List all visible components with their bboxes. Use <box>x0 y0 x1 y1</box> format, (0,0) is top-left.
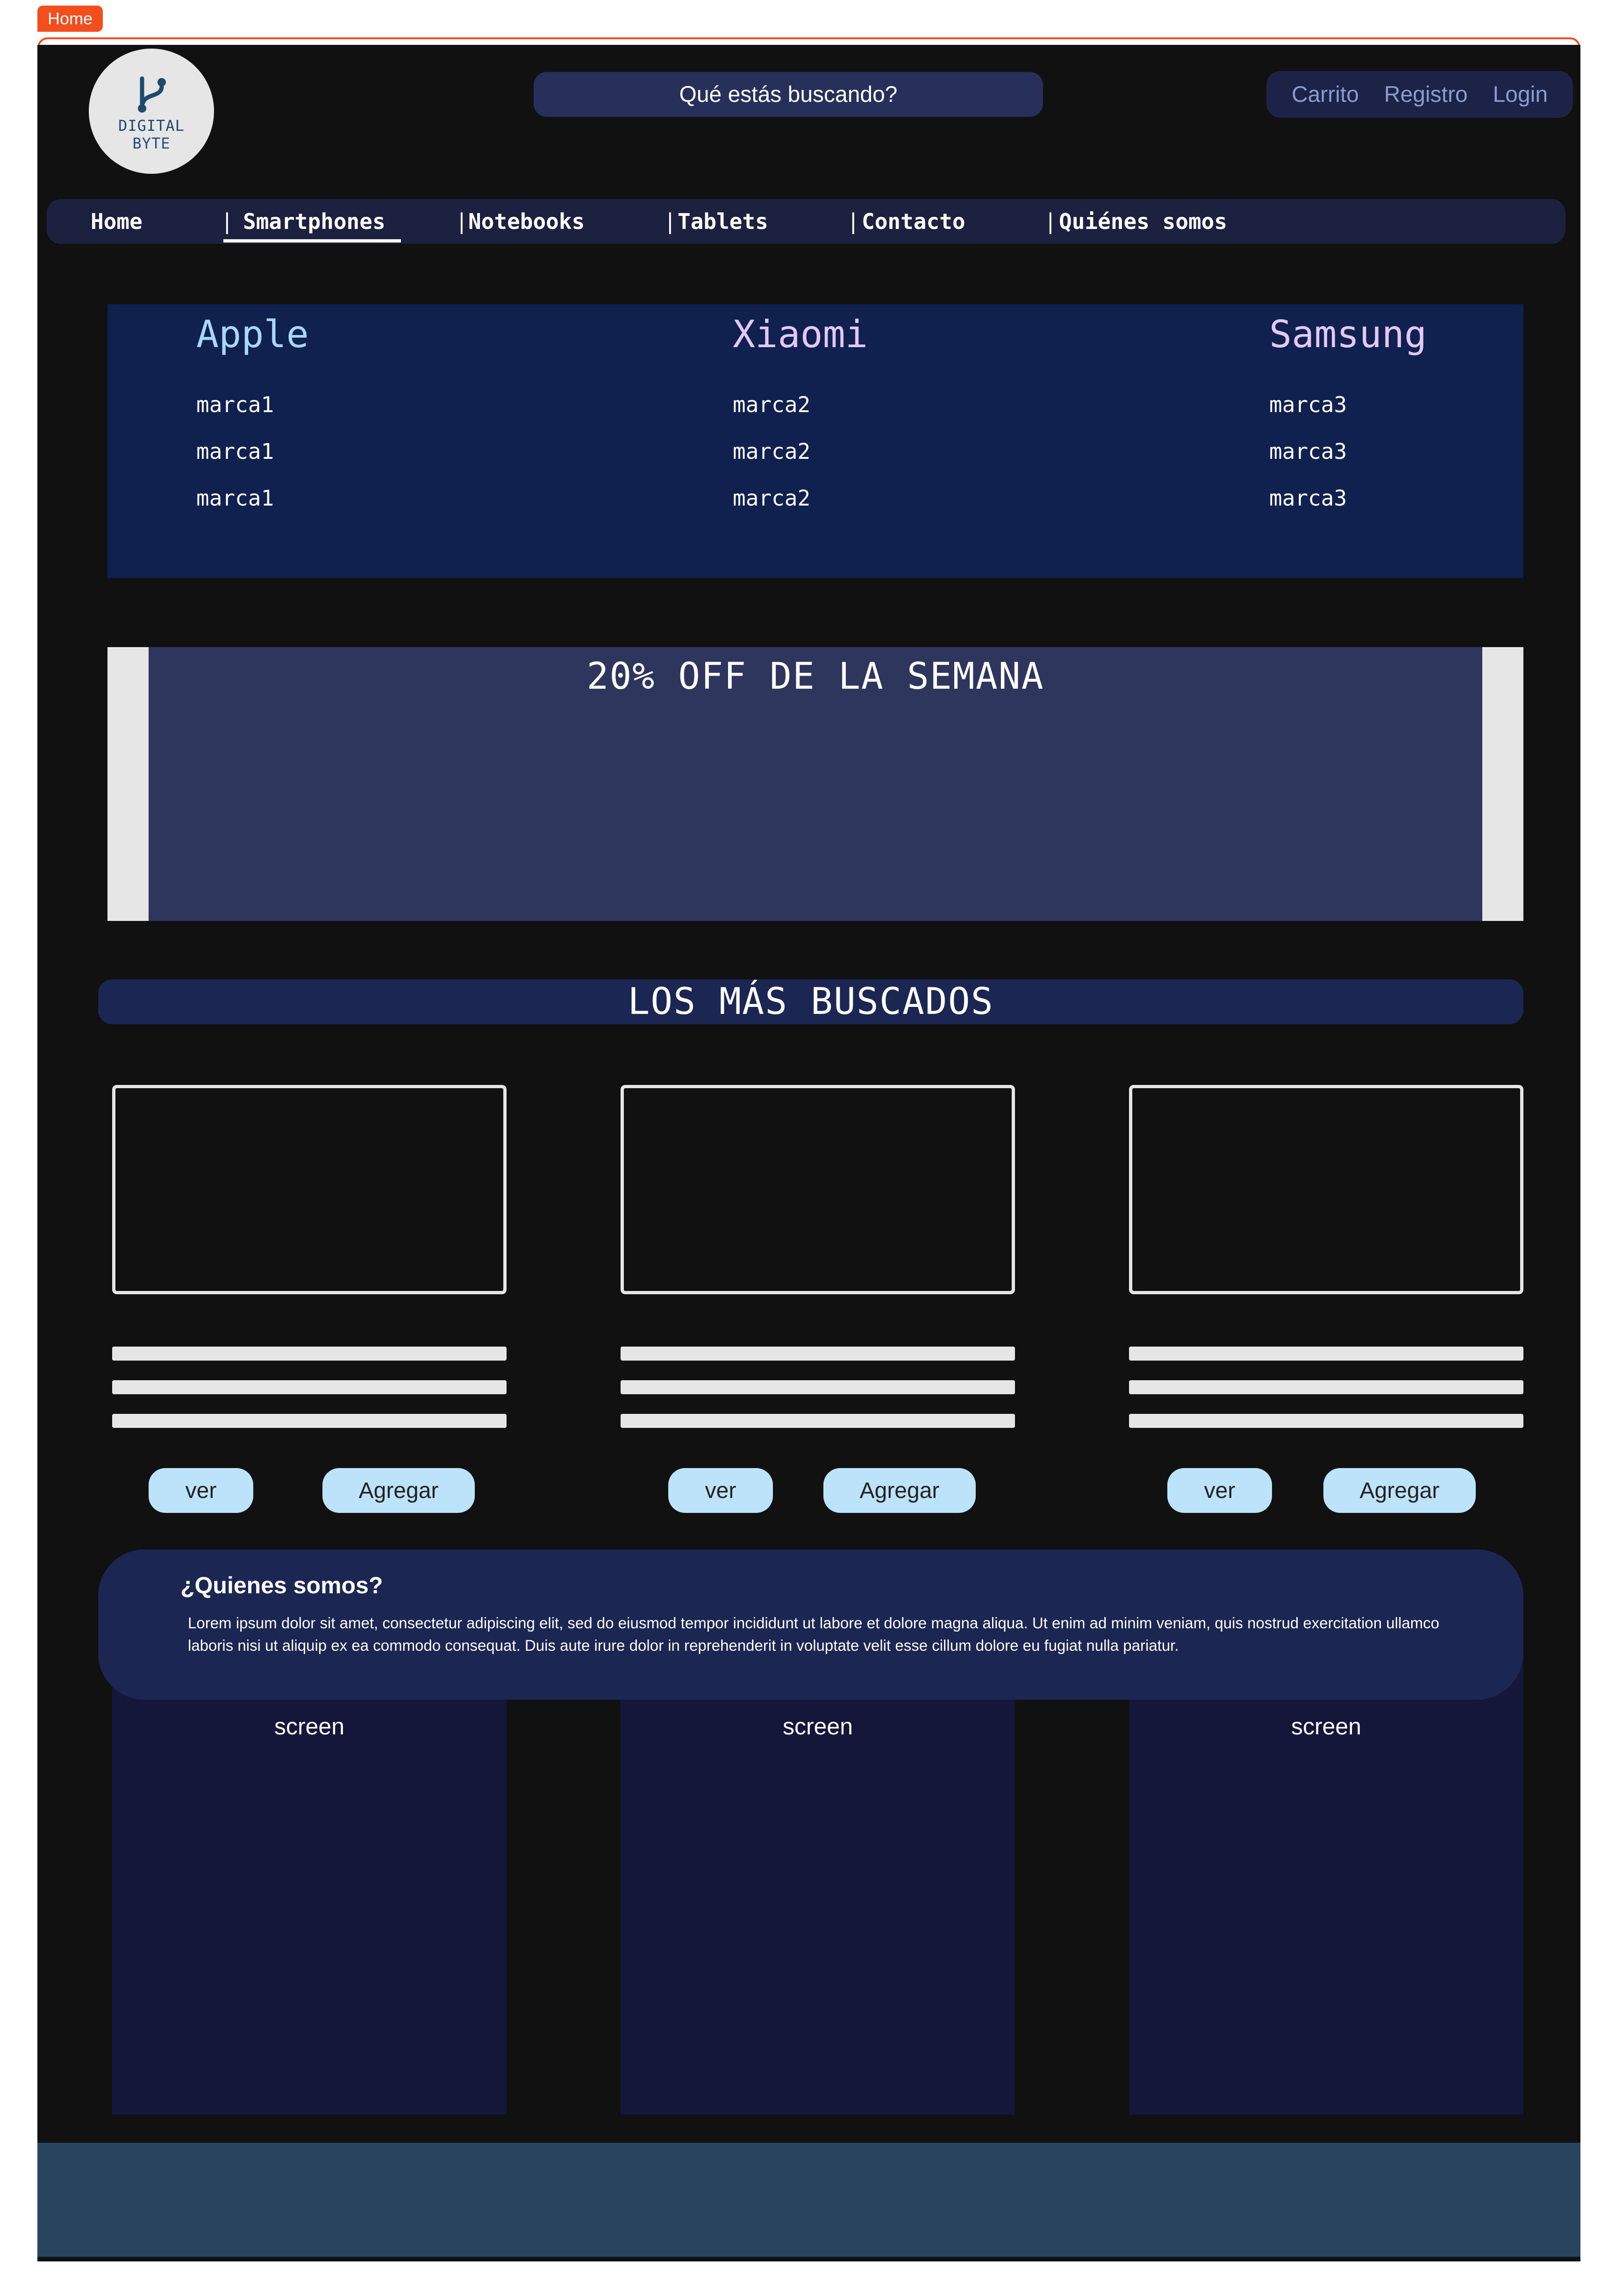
logo-line-2: BYTE <box>132 135 171 152</box>
nav-item-tablets[interactable]: Tablets <box>678 199 768 244</box>
brand-item[interactable]: marca1 <box>196 485 274 511</box>
text-placeholder-line <box>112 1380 507 1394</box>
nav-item-contacto[interactable]: Contacto <box>862 199 965 244</box>
brand-title[interactable]: Samsung <box>1269 313 1427 356</box>
nav-active-indicator <box>223 239 401 242</box>
text-placeholder-line <box>112 1414 507 1428</box>
add-button[interactable]: Agregar <box>1323 1468 1476 1513</box>
product-image-placeholder[interactable] <box>112 1085 507 1294</box>
nav-separator: | <box>455 209 468 234</box>
brand-item[interactable]: marca3 <box>1269 439 1347 464</box>
brand-item[interactable]: marca2 <box>733 439 810 464</box>
footer <box>37 2143 1580 2257</box>
nav-item-smartphones[interactable]: Smartphones <box>243 199 386 244</box>
text-placeholder-line <box>621 1414 1015 1428</box>
carousel-next-button[interactable] <box>1482 647 1523 921</box>
about-section: ¿Quienes somos? Lorem ipsum dolor sit am… <box>98 1549 1523 1700</box>
brands-menu: Apple marca1 marca1 marca1 Xiaomi marca2… <box>107 304 1523 578</box>
screen-label: screen <box>782 1713 853 1740</box>
add-button[interactable]: Agregar <box>823 1468 976 1513</box>
brand-item[interactable]: marca2 <box>733 392 810 417</box>
text-placeholder-line <box>621 1380 1015 1394</box>
logo-line-1: DIGITAL <box>118 117 185 135</box>
most-searched-title: LOS MÁS BUSCADOS <box>98 979 1523 1024</box>
product-image-placeholder[interactable] <box>621 1085 1015 1294</box>
frame-label: Home <box>37 6 103 32</box>
view-button[interactable]: ver <box>1167 1468 1272 1513</box>
about-text: Lorem ipsum dolor sit amet, consectetur … <box>188 1614 1440 1654</box>
text-placeholder-line <box>621 1347 1015 1361</box>
nav-item-quienes-somos[interactable]: Quiénes somos <box>1059 199 1227 244</box>
text-placeholder-line <box>1129 1347 1523 1361</box>
nav-separator: | <box>221 209 234 234</box>
logo-text: DIGITAL BYTE <box>118 117 185 152</box>
user-nav: Carrito Registro Login <box>1266 71 1573 118</box>
screen-label: screen <box>1291 1713 1362 1740</box>
search-input[interactable]: Qué estás buscando? <box>534 72 1043 117</box>
logo[interactable]: DIGITAL BYTE <box>89 49 214 174</box>
search-placeholder: Qué estás buscando? <box>679 82 898 107</box>
git-branch-icon <box>138 76 166 113</box>
nav-item-notebooks[interactable]: Notebooks <box>468 199 585 244</box>
text-placeholder-line <box>1129 1414 1523 1428</box>
product-image-placeholder[interactable] <box>1129 1085 1523 1294</box>
brand-item[interactable]: marca3 <box>1269 485 1347 511</box>
add-button[interactable]: Agregar <box>322 1468 475 1513</box>
nav-separator: | <box>1044 209 1057 234</box>
login-link[interactable]: Login <box>1493 82 1548 107</box>
about-title: ¿Quienes somos? <box>180 1572 383 1598</box>
brand-item[interactable]: marca1 <box>196 439 274 464</box>
nav-separator: | <box>847 209 860 234</box>
text-placeholder-line <box>112 1347 507 1361</box>
promo-title: 20% OFF DE LA SEMANA <box>586 656 1044 698</box>
brand-item[interactable]: marca3 <box>1269 392 1347 417</box>
promo-carousel: 20% OFF DE LA SEMANA <box>107 647 1523 921</box>
brand-item[interactable]: marca2 <box>733 485 810 511</box>
register-link[interactable]: Registro <box>1384 82 1468 107</box>
brand-title[interactable]: Apple <box>196 313 309 356</box>
page-frame: DIGITAL BYTE Qué estás buscando? Carrito… <box>37 45 1580 2261</box>
text-placeholder-line <box>1129 1380 1523 1394</box>
main-nav: Home | Smartphones | Notebooks | Tablets… <box>47 199 1565 244</box>
nav-separator: | <box>664 209 677 234</box>
brand-title[interactable]: Xiaomi <box>733 313 868 356</box>
cart-link[interactable]: Carrito <box>1292 82 1359 107</box>
view-button[interactable]: ver <box>149 1468 253 1513</box>
view-button[interactable]: ver <box>668 1468 773 1513</box>
nav-item-home[interactable]: Home <box>91 199 143 244</box>
brand-item[interactable]: marca1 <box>196 392 274 417</box>
screen-label: screen <box>274 1713 345 1740</box>
